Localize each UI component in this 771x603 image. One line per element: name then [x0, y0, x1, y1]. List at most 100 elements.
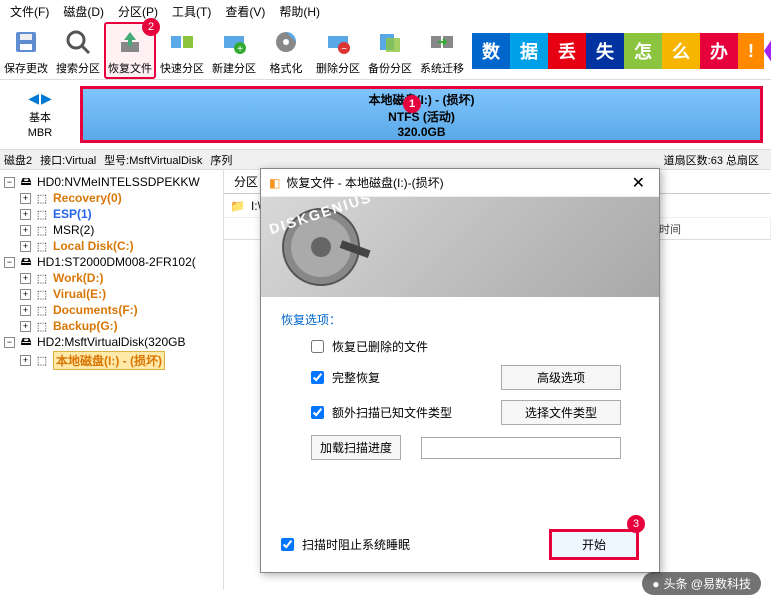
checkbox-extra-scan[interactable] [311, 406, 324, 419]
disk-icon: 🖴 [18, 336, 34, 348]
watermark: ● 头条 @易数科技 [642, 572, 761, 595]
status-sectors: 道扇区数:63 总扇区 [664, 152, 759, 168]
toolbar-label: 新建分区 [212, 60, 256, 76]
label-extra-scan: 额外扫描已知文件类型 [332, 404, 452, 421]
mbr-label: MBR [28, 127, 52, 139]
tree-volume-node[interactable]: +⬚本地磁盘(I:) - (损坏) [4, 350, 219, 371]
tree-toggle-icon[interactable]: + [20, 305, 31, 316]
menu-file[interactable]: 文件(F) [4, 1, 55, 22]
tree-volume-node[interactable]: +⬚Work(D:) [4, 270, 219, 286]
tree-disk-node[interactable]: −🖴HD1:ST2000DM008-2FR102( [4, 254, 219, 270]
volume-icon: ⬚ [34, 208, 50, 220]
disk-tree: −🖴HD0:NVMeINTELSSDPEKKW+⬚Recovery(0)+⬚ES… [0, 170, 224, 590]
partition-name: 本地磁盘(I:) - (损坏) [369, 91, 475, 108]
menu-tools[interactable]: 工具(T) [166, 1, 217, 22]
tree-volume-node[interactable]: +⬚Recovery(0) [4, 190, 219, 206]
tree-toggle-icon[interactable]: + [20, 241, 31, 252]
toolbar-save-button[interactable]: 保存更改 [0, 22, 52, 79]
toolbar-format-button[interactable]: 格式化 [260, 22, 312, 79]
advanced-button[interactable]: 高级选项 [501, 365, 621, 390]
menu-help[interactable]: 帮助(H) [273, 1, 326, 22]
watermark-text: 头条 @易数科技 [663, 575, 751, 592]
menu-bar: 文件(F) 磁盘(D) 分区(P) 工具(T) 查看(V) 帮助(H) [0, 0, 771, 22]
tree-volume-node[interactable]: +⬚ESP(1) [4, 206, 219, 222]
tree-label: ESP(1) [53, 207, 92, 221]
toolbar-search-button[interactable]: 搜索分区 [52, 22, 104, 79]
checkbox-deleted[interactable] [311, 340, 324, 353]
nav-next-icon[interactable]: ▶ [41, 90, 52, 107]
tree-toggle-icon[interactable]: − [4, 257, 15, 268]
tree-label: Backup(G:) [53, 319, 118, 333]
volume-icon: ⬚ [34, 240, 50, 252]
status-bar: 磁盘2 接口:Virtual 型号:MsftVirtualDisk 序列 道扇区… [0, 150, 771, 170]
toolbar-label: 保存更改 [4, 60, 48, 76]
toolbar-partfast-button[interactable]: 快速分区 [156, 22, 208, 79]
tree-label: HD1:ST2000DM008-2FR102( [37, 255, 196, 269]
volume-icon: ⬚ [34, 288, 50, 300]
start-button[interactable]: 开始 [549, 529, 639, 560]
banner-char: 失 [586, 33, 624, 69]
toolbar-label: 恢复文件 [108, 60, 152, 76]
tree-disk-node[interactable]: −🖴HD0:NVMeINTELSSDPEKKW [4, 174, 219, 190]
dialog-hero: DISKGENIUS [261, 197, 659, 297]
tree-volume-node[interactable]: +⬚MSR(2) [4, 222, 219, 238]
load-progress-button[interactable]: 加载扫描进度 [311, 435, 401, 460]
tree-volume-node[interactable]: +⬚Documents(F:) [4, 302, 219, 318]
toolbar-label: 搜索分区 [56, 60, 100, 76]
watermark-icon: ● [652, 577, 659, 591]
partfast-icon [166, 26, 198, 58]
tree-toggle-icon[interactable]: + [20, 289, 31, 300]
tree-label: MSR(2) [53, 223, 94, 237]
tree-label: Virual(E:) [53, 287, 106, 301]
status-interface: 接口:Virtual [40, 152, 96, 168]
toolbar: 保存更改搜索分区恢复文件2快速分区+新建分区格式化−删除分区备份分区系统迁移 数… [0, 22, 771, 80]
annotation-marker-2: 2 [142, 18, 160, 36]
tree-toggle-icon[interactable]: + [20, 193, 31, 204]
volume-icon: ⬚ [34, 224, 50, 236]
tree-toggle-icon[interactable]: + [20, 273, 31, 284]
tree-volume-node[interactable]: +⬚Local Disk(C:) [4, 238, 219, 254]
tree-toggle-icon[interactable]: − [4, 177, 15, 188]
tree-volume-node[interactable]: +⬚Backup(G:) [4, 318, 219, 334]
nav-prev-icon[interactable]: ◀ [28, 90, 39, 107]
volume-icon: ⬚ [34, 304, 50, 316]
tree-toggle-icon[interactable]: + [20, 225, 31, 236]
disk-icon: 🖴 [18, 176, 34, 188]
delete-icon: − [322, 26, 354, 58]
dialog-body: 恢复选项： 恢复已删除的文件 完整恢复 高级选项 额外扫描已知文件类型 选择文件… [261, 297, 659, 484]
toolbar-backup-button[interactable]: 备份分区 [364, 22, 416, 79]
toolbar-delete-button[interactable]: −删除分区 [312, 22, 364, 79]
tree-volume-node[interactable]: +⬚Virual(E:) [4, 286, 219, 302]
tree-label: 本地磁盘(I:) - (损坏) [53, 351, 165, 370]
checkbox-full[interactable] [311, 371, 324, 384]
volume-icon: ⬚ [34, 272, 50, 284]
tree-toggle-icon[interactable]: + [20, 209, 31, 220]
menu-disk[interactable]: 磁盘(D) [57, 1, 110, 22]
annotation-marker-3: 3 [627, 515, 645, 533]
col-time[interactable]: 时间 [651, 218, 771, 239]
tree-disk-node[interactable]: −🖴HD2:MsftVirtualDisk(320GB [4, 334, 219, 350]
annotation-marker-1: 1 [403, 95, 421, 113]
partition-bar[interactable]: 1 本地磁盘(I:) - (损坏) NTFS (活动) 320.0GB [80, 86, 763, 143]
banner-char: 据 [510, 33, 548, 69]
tree-toggle-icon[interactable]: − [4, 337, 15, 348]
banner-char: ! [738, 33, 764, 69]
disk-icon: 🖴 [18, 256, 34, 268]
checkbox-prevent-sleep[interactable] [281, 538, 294, 551]
tree-toggle-icon[interactable]: + [20, 321, 31, 332]
volume-icon: ⬚ [34, 192, 50, 204]
tree-toggle-icon[interactable]: + [20, 355, 31, 366]
menu-view[interactable]: 查看(V) [219, 1, 271, 22]
svg-text:+: + [237, 44, 243, 55]
close-icon[interactable]: ✕ [626, 173, 651, 193]
backup-icon [374, 26, 406, 58]
toolbar-recover-button[interactable]: 恢复文件2 [104, 22, 156, 79]
toolbar-partnew-button[interactable]: + 新建分区 [208, 22, 260, 79]
label-prevent-sleep: 扫描时阻止系统睡眠 [302, 536, 410, 553]
toolbar-migrate-button[interactable]: 系统迁移 [416, 22, 468, 79]
banner-char: 丢 [548, 33, 586, 69]
dialog-footer: 扫描时阻止系统睡眠 3 开始 [261, 529, 659, 560]
filetypes-button[interactable]: 选择文件类型 [501, 400, 621, 425]
menu-partition[interactable]: 分区(P) [112, 1, 164, 22]
progress-path-input[interactable] [421, 437, 621, 459]
